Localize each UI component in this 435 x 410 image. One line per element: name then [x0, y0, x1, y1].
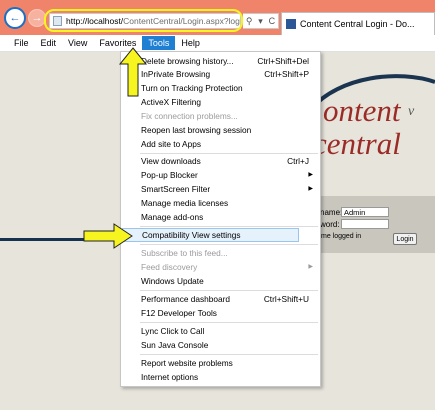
browser-tab[interactable]: Content Central Login - Do...: [281, 12, 435, 35]
remember-label: me logged in: [321, 233, 362, 240]
menu-help[interactable]: Help: [175, 36, 206, 50]
menu-item-internet-options[interactable]: Internet options: [141, 371, 319, 384]
menu-item-media-licenses[interactable]: Manage media licenses: [141, 197, 319, 210]
menu-item-compatibility-view[interactable]: Compatibility View settings: [122, 228, 299, 242]
menu-item-manage-addons[interactable]: Manage add-ons: [141, 211, 319, 224]
password-label: word:: [320, 220, 340, 229]
menu-separator: [140, 322, 318, 323]
menu-item-inprivate[interactable]: InPrivate Browsing Ctrl+Shift+P: [141, 68, 319, 81]
menu-separator: [140, 226, 318, 227]
search-icon[interactable]: ⚲: [246, 16, 253, 27]
submenu-arrow-icon: ▶: [308, 186, 313, 192]
menu-separator: [140, 354, 318, 355]
menu-item-feed-discovery: Feed discovery ▶: [141, 262, 313, 272]
menu-bar: File Edit View Favorites Tools Help: [0, 35, 435, 52]
menu-item-smartscreen[interactable]: SmartScreen Filter ▶: [141, 183, 319, 196]
logo-version: v: [408, 104, 415, 119]
menu-item-activex-filtering[interactable]: ActiveX Filtering: [141, 96, 319, 109]
menu-item-delete-history[interactable]: Delete browsing history... Ctrl+Shift+Del: [141, 55, 319, 68]
menu-item-performance-dashboard[interactable]: Performance dashboard Ctrl+Shift+U: [141, 293, 319, 306]
arrow-up-annotation-icon: [118, 47, 148, 97]
address-tools: ⚲ ▾ C: [243, 13, 279, 29]
menu-item-fix-connection: Fix connection problems...: [141, 111, 238, 121]
tab-title: Content Central Login - Do...: [300, 19, 415, 29]
menu-item-java-console[interactable]: Sun Java Console: [141, 339, 319, 352]
logo-word-content: ontent: [323, 93, 401, 128]
chevron-down-icon[interactable]: ▾: [258, 16, 263, 27]
menu-file[interactable]: File: [8, 36, 35, 50]
menu-item-f12-tools[interactable]: F12 Developer Tools: [141, 307, 319, 320]
back-button[interactable]: ←: [4, 7, 26, 29]
tools-menu: Delete browsing history... Ctrl+Shift+Del…: [120, 51, 321, 387]
submenu-arrow-icon: ▶: [308, 172, 313, 178]
refresh-icon[interactable]: C: [269, 16, 276, 26]
submenu-arrow-icon: ▶: [308, 264, 313, 270]
menu-item-report-problems[interactable]: Report website problems: [141, 357, 319, 370]
menu-item-lync-call[interactable]: Lync Click to Call: [141, 325, 319, 338]
menu-item-add-site-apps[interactable]: Add site to Apps: [141, 138, 319, 151]
url-highlight-outline: [44, 9, 243, 32]
login-button[interactable]: Login: [393, 233, 417, 245]
menu-item-subscribe-feed: Subscribe to this feed...: [141, 248, 228, 258]
menu-separator: [140, 244, 318, 245]
menu-view[interactable]: View: [62, 36, 93, 50]
menu-item-popup-blocker[interactable]: Pop-up Blocker ▶: [141, 169, 319, 182]
username-input[interactable]: [341, 207, 389, 217]
menu-edit[interactable]: Edit: [35, 36, 63, 50]
username-label: name:: [320, 208, 343, 217]
menu-item-view-downloads[interactable]: View downloads Ctrl+J: [141, 155, 319, 168]
back-arrow-icon: ←: [9, 12, 21, 24]
menu-item-windows-update[interactable]: Windows Update: [141, 275, 319, 288]
menu-separator: [140, 290, 318, 291]
password-input[interactable]: [341, 219, 389, 229]
forward-arrow-icon: →: [31, 12, 43, 24]
browser-titlebar: ← → http://localhost/ContentCentral/Logi…: [0, 0, 435, 35]
arrow-right-annotation-icon: [83, 223, 133, 249]
menu-item-reopen-session[interactable]: Reopen last browsing session: [141, 124, 319, 137]
favicon-icon: [286, 19, 296, 29]
logo-word-central: central: [313, 126, 401, 161]
menu-separator: [140, 153, 318, 154]
menu-item-tracking-protection[interactable]: Turn on Tracking Protection: [141, 82, 319, 95]
